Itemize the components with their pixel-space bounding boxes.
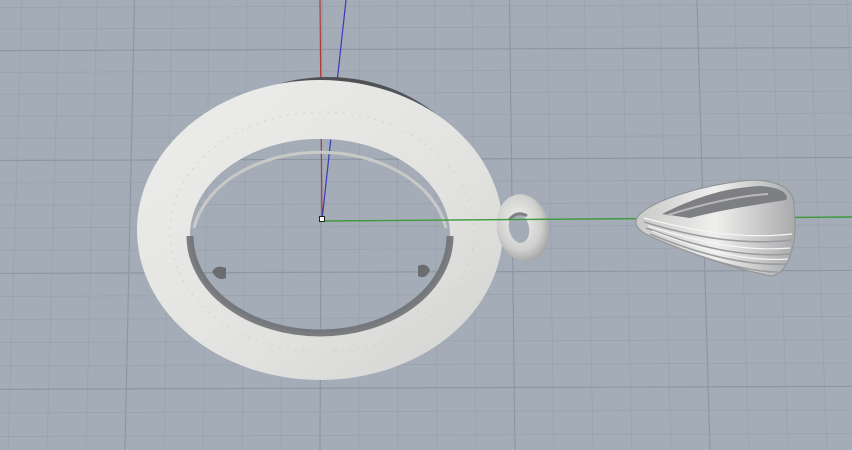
- world-origin-marker[interactable]: [319, 216, 325, 222]
- 3d-viewport[interactable]: [0, 0, 852, 450]
